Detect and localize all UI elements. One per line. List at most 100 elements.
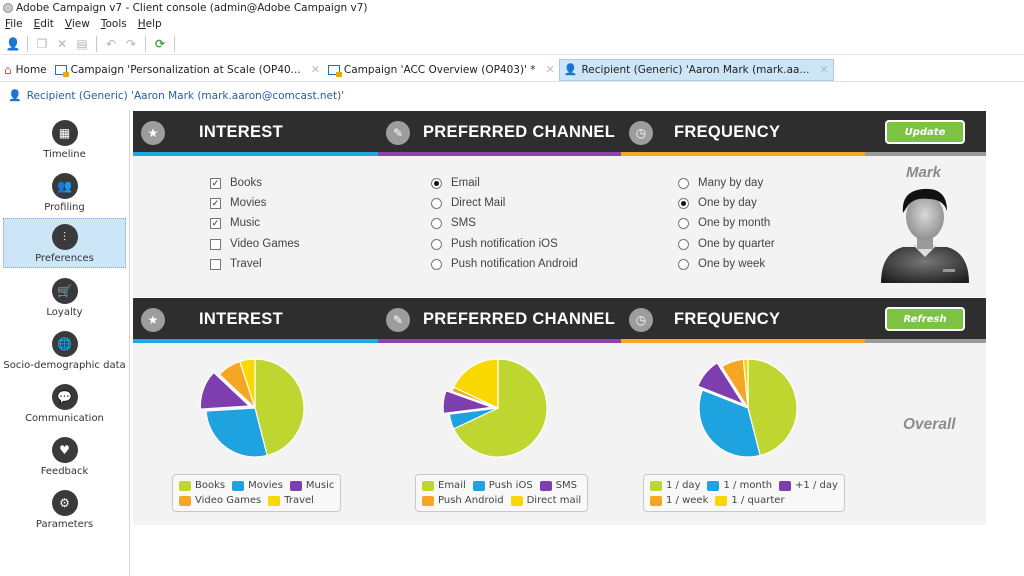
radio[interactable] [678, 217, 689, 229]
checkbox[interactable] [210, 238, 221, 250]
copy-icon[interactable]: ❐ [33, 35, 51, 53]
legend-item-sms[interactable]: SMS [539, 480, 577, 491]
tab-recipient[interactable]: 👤 Recipient (Generic) 'Aaron Mark (mark.… [558, 58, 834, 81]
legend-label: 1 / month [723, 480, 773, 491]
legend-swatch [422, 480, 434, 491]
sidebar-item-feedback[interactable]: ♥ Feedback [3, 432, 126, 482]
refresh-button[interactable]: Refresh [885, 307, 965, 331]
legend-item-push-ios[interactable]: Push iOS [472, 480, 533, 491]
close-icon[interactable]: ✕ [819, 63, 828, 76]
channel-option-email[interactable]: Email [431, 177, 480, 189]
option-label: Email [451, 177, 480, 189]
option-label: Direct Mail [451, 197, 506, 209]
menu-help[interactable]: Help [138, 17, 162, 32]
frequency-option-many-by-day[interactable]: Many by day [678, 177, 763, 189]
undo-icon[interactable]: ↶ [102, 35, 120, 53]
close-icon[interactable]: ✕ [546, 63, 555, 76]
update-button[interactable]: Update [885, 120, 965, 144]
radio[interactable] [678, 197, 689, 209]
sidebar-item-profiling[interactable]: 👥 Profiling [3, 168, 126, 218]
radio[interactable] [678, 177, 689, 189]
tab-label: Campaign 'Personalization at Scale (OP40… [70, 63, 301, 76]
close-icon[interactable]: ✕ [311, 63, 320, 76]
cut-icon[interactable]: ✕ [53, 35, 71, 53]
radio[interactable] [431, 217, 442, 229]
sidebar-item-communication[interactable]: 💬 Communication [3, 379, 126, 429]
channel-heading: PREFERRED CHANNEL [423, 123, 616, 141]
frequency-option-one-by-month[interactable]: One by month [678, 217, 770, 229]
radio[interactable] [431, 258, 442, 270]
legend-item-music[interactable]: Music [289, 480, 334, 491]
legend-item-1-month[interactable]: 1 / month [707, 480, 772, 491]
option-label: Movies [230, 197, 267, 209]
interest-option-books[interactable]: ✓ Books [210, 177, 262, 189]
frequency-heading: FREQUENCY [674, 310, 781, 328]
radio[interactable] [431, 197, 442, 209]
channel-option-push-android[interactable]: Push notification Android [431, 258, 578, 270]
frequency-underline [621, 152, 865, 156]
radio[interactable] [431, 238, 442, 250]
legend-item-1-quarter[interactable]: 1 / quarter [715, 495, 785, 506]
tab-campaign-personalization[interactable]: Campaign 'Personalization at Scale (OP40… [51, 59, 324, 81]
channel-option-sms[interactable]: SMS [431, 217, 476, 229]
overall-panel: ★ INTEREST ✎ PREFERRED CHANNEL ◷ FREQUEN… [133, 298, 986, 525]
refresh-icon[interactable]: ⟳ [151, 35, 169, 53]
legend-item-movies[interactable]: Movies [232, 480, 283, 491]
channel-option-push-ios[interactable]: Push notification iOS [431, 238, 558, 250]
legend-item-email[interactable]: Email [422, 480, 466, 491]
checkbox[interactable]: ✓ [210, 177, 221, 189]
radio[interactable] [678, 258, 689, 270]
checkbox[interactable]: ✓ [210, 217, 221, 229]
legend-item-video-games[interactable]: Video Games [179, 495, 261, 506]
legend-label: Movies [248, 480, 283, 491]
tab-campaign-acc-overview[interactable]: Campaign 'ACC Overview (OP403)' * ✕ [324, 59, 559, 81]
menu-edit[interactable]: Edit [34, 17, 54, 32]
overall-header: ★ INTEREST ✎ PREFERRED CHANNEL ◷ FREQUEN… [133, 298, 986, 343]
option-label: One by week [698, 258, 766, 270]
legend-item-travel[interactable]: Travel [268, 495, 314, 506]
legend-label: Direct mail [526, 495, 582, 506]
radio[interactable] [431, 177, 442, 189]
menu-bar: File Edit View Tools Help [0, 17, 162, 32]
interest-option-movies[interactable]: ✓ Movies [210, 197, 266, 209]
checkbox[interactable] [210, 258, 221, 270]
checkbox[interactable]: ✓ [210, 197, 221, 209]
radio[interactable] [678, 238, 689, 250]
option-label: SMS [451, 217, 476, 229]
frequency-option-one-by-quarter[interactable]: One by quarter [678, 238, 775, 250]
paste-icon[interactable]: ▤ [73, 35, 91, 53]
frequency-option-one-by-day[interactable]: One by day [678, 197, 757, 209]
person-icon: 👤 [8, 89, 22, 102]
tab-home[interactable]: ⌂ Home [0, 59, 51, 81]
interest-option-travel[interactable]: Travel [210, 258, 262, 270]
interest-option-music[interactable]: ✓ Music [210, 217, 260, 229]
sidebar-item-loyalty[interactable]: 🛒 Loyalty [3, 273, 126, 323]
sidebar-item-label: Profiling [44, 202, 85, 213]
channel-option-direct-mail[interactable]: Direct Mail [431, 197, 505, 209]
sidebar-item-preferences[interactable]: ⫶ Preferences [3, 218, 126, 268]
legend-label: 1 / quarter [731, 495, 785, 506]
legend-item-1-day[interactable]: +1 / day [779, 480, 838, 491]
menu-view[interactable]: View [65, 17, 90, 32]
sidebar-item-parameters[interactable]: ⚙ Parameters [3, 485, 126, 535]
legend-item-1-week[interactable]: 1 / week [650, 495, 708, 506]
menu-file[interactable]: File [5, 17, 23, 32]
interest-heading: INTEREST [199, 123, 283, 141]
menu-tools[interactable]: Tools [101, 17, 127, 32]
interest-underline [133, 339, 378, 343]
breadcrumb-text: Recipient (Generic) 'Aaron Mark (mark.aa… [26, 89, 345, 102]
frequency-option-one-by-week[interactable]: One by week [678, 258, 765, 270]
legend-item-push-android[interactable]: Push Android [422, 495, 504, 506]
interest-option-video-games[interactable]: Video Games [210, 238, 299, 250]
sidebar-item-socio-demographic[interactable]: 🌐 Socio-demographic data [3, 326, 126, 376]
toolbar-separator [145, 35, 146, 52]
new-recipient-icon[interactable]: 👤 [4, 35, 22, 53]
rest-underline [865, 152, 986, 156]
redo-icon[interactable]: ↷ [122, 35, 140, 53]
legend-item-1-day[interactable]: 1 / day [650, 480, 700, 491]
option-label: One by quarter [698, 238, 775, 250]
legend-item-books[interactable]: Books [179, 480, 225, 491]
sidebar-item-timeline[interactable]: ▦ Timeline [3, 115, 126, 165]
legend-item-direct-mail[interactable]: Direct mail [510, 495, 582, 506]
preferences-panel: ★ INTEREST ✎ PREFERRED CHANNEL ◷ FREQUEN… [133, 111, 986, 297]
